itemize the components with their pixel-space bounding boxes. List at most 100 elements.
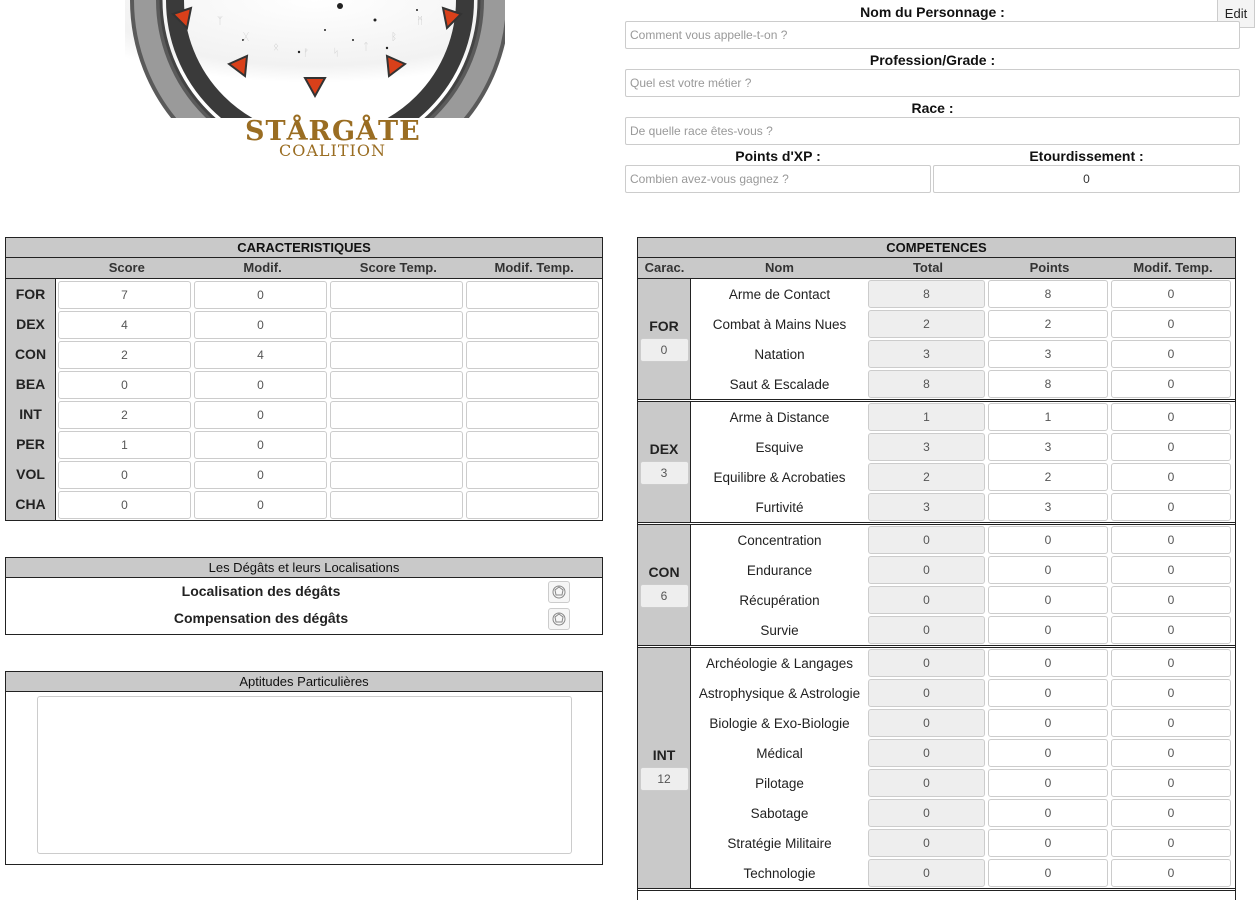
competence-points-input[interactable] — [988, 586, 1108, 614]
score-temp-input[interactable] — [330, 461, 463, 489]
score-temp-input[interactable] — [330, 371, 463, 399]
score-input[interactable] — [58, 461, 191, 489]
competence-points-input[interactable] — [988, 493, 1108, 521]
competence-points-input[interactable] — [988, 280, 1108, 308]
competence-total-input[interactable] — [868, 769, 985, 797]
score-input[interactable] — [58, 281, 191, 309]
score-input[interactable] — [58, 431, 191, 459]
score-temp-input[interactable] — [330, 431, 463, 459]
competence-total-input[interactable] — [868, 649, 985, 677]
competence-points-input[interactable] — [988, 340, 1108, 368]
competence-mod-input[interactable] — [1111, 403, 1231, 431]
xp-input[interactable] — [625, 165, 931, 193]
modif-temp-input[interactable] — [466, 401, 599, 429]
competence-mod-input[interactable] — [1111, 433, 1231, 461]
aptitudes-textarea[interactable] — [37, 696, 572, 854]
competence-mod-input[interactable] — [1111, 679, 1231, 707]
competence-total-input[interactable] — [868, 403, 985, 431]
modif-input[interactable] — [194, 311, 327, 339]
score-input[interactable] — [58, 401, 191, 429]
competence-total-input[interactable] — [868, 586, 985, 614]
modif-temp-input[interactable] — [466, 341, 599, 369]
roll-compensation-button[interactable] — [548, 608, 570, 630]
modif-temp-input[interactable] — [466, 461, 599, 489]
competence-mod-input[interactable] — [1111, 586, 1231, 614]
competence-total-input[interactable] — [868, 859, 985, 887]
competence-mod-input[interactable] — [1111, 463, 1231, 491]
competence-points-input[interactable] — [988, 463, 1108, 491]
modif-input[interactable] — [194, 461, 327, 489]
competence-mod-input[interactable] — [1111, 280, 1231, 308]
competence-points-input[interactable] — [988, 769, 1108, 797]
modif-input[interactable] — [194, 371, 327, 399]
competence-total-input[interactable] — [868, 709, 985, 737]
score-temp-input[interactable] — [330, 341, 463, 369]
competence-attr-value[interactable] — [639, 338, 689, 362]
competence-points-input[interactable] — [988, 616, 1108, 644]
competence-total-input[interactable] — [868, 829, 985, 857]
competence-attr-value[interactable] — [639, 461, 689, 485]
roll-localisation-button[interactable] — [548, 581, 570, 603]
competence-attr-value[interactable] — [639, 584, 689, 608]
modif-input[interactable] — [194, 431, 327, 459]
competence-mod-input[interactable] — [1111, 829, 1231, 857]
modif-temp-input[interactable] — [466, 371, 599, 399]
race-input[interactable] — [625, 117, 1240, 145]
competence-mod-input[interactable] — [1111, 709, 1231, 737]
stun-input[interactable] — [933, 165, 1240, 193]
competence-points-input[interactable] — [988, 739, 1108, 767]
competence-total-input[interactable] — [868, 310, 985, 338]
competence-attr-value[interactable] — [639, 767, 689, 791]
score-temp-input[interactable] — [330, 311, 463, 339]
modif-temp-input[interactable] — [466, 281, 599, 309]
competence-points-input[interactable] — [988, 526, 1108, 554]
competence-total-input[interactable] — [868, 799, 985, 827]
competence-total-input[interactable] — [868, 340, 985, 368]
competence-mod-input[interactable] — [1111, 616, 1231, 644]
modif-temp-input[interactable] — [466, 491, 599, 519]
competence-total-input[interactable] — [868, 493, 985, 521]
character-name-input[interactable] — [625, 21, 1240, 49]
score-temp-input[interactable] — [330, 401, 463, 429]
competence-points-input[interactable] — [988, 370, 1108, 398]
competence-points-input[interactable] — [988, 799, 1108, 827]
competence-mod-input[interactable] — [1111, 310, 1231, 338]
competence-points-input[interactable] — [988, 433, 1108, 461]
competence-total-input[interactable] — [868, 526, 985, 554]
competence-points-input[interactable] — [988, 709, 1108, 737]
modif-temp-input[interactable] — [466, 431, 599, 459]
competence-mod-input[interactable] — [1111, 340, 1231, 368]
competence-total-input[interactable] — [868, 679, 985, 707]
modif-temp-input[interactable] — [466, 311, 599, 339]
modif-input[interactable] — [194, 281, 327, 309]
competence-points-input[interactable] — [988, 556, 1108, 584]
competence-mod-input[interactable] — [1111, 556, 1231, 584]
score-input[interactable] — [58, 491, 191, 519]
score-input[interactable] — [58, 371, 191, 399]
competence-total-input[interactable] — [868, 280, 985, 308]
profession-input[interactable] — [625, 69, 1240, 97]
score-temp-input[interactable] — [330, 281, 463, 309]
modif-input[interactable] — [194, 491, 327, 519]
competence-points-input[interactable] — [988, 679, 1108, 707]
competence-mod-input[interactable] — [1111, 370, 1231, 398]
score-temp-input[interactable] — [330, 491, 463, 519]
competence-total-input[interactable] — [868, 556, 985, 584]
competence-points-input[interactable] — [988, 649, 1108, 677]
modif-input[interactable] — [194, 401, 327, 429]
competence-points-input[interactable] — [988, 829, 1108, 857]
competence-points-input[interactable] — [988, 403, 1108, 431]
competence-mod-input[interactable] — [1111, 799, 1231, 827]
competence-points-input[interactable] — [988, 859, 1108, 887]
score-input[interactable] — [58, 311, 191, 339]
competence-total-input[interactable] — [868, 616, 985, 644]
score-input[interactable] — [58, 341, 191, 369]
competence-mod-input[interactable] — [1111, 739, 1231, 767]
competence-points-input[interactable] — [988, 310, 1108, 338]
competence-mod-input[interactable] — [1111, 526, 1231, 554]
competence-mod-input[interactable] — [1111, 769, 1231, 797]
competence-mod-input[interactable] — [1111, 859, 1231, 887]
modif-input[interactable] — [194, 341, 327, 369]
competence-total-input[interactable] — [868, 739, 985, 767]
competence-total-input[interactable] — [868, 433, 985, 461]
